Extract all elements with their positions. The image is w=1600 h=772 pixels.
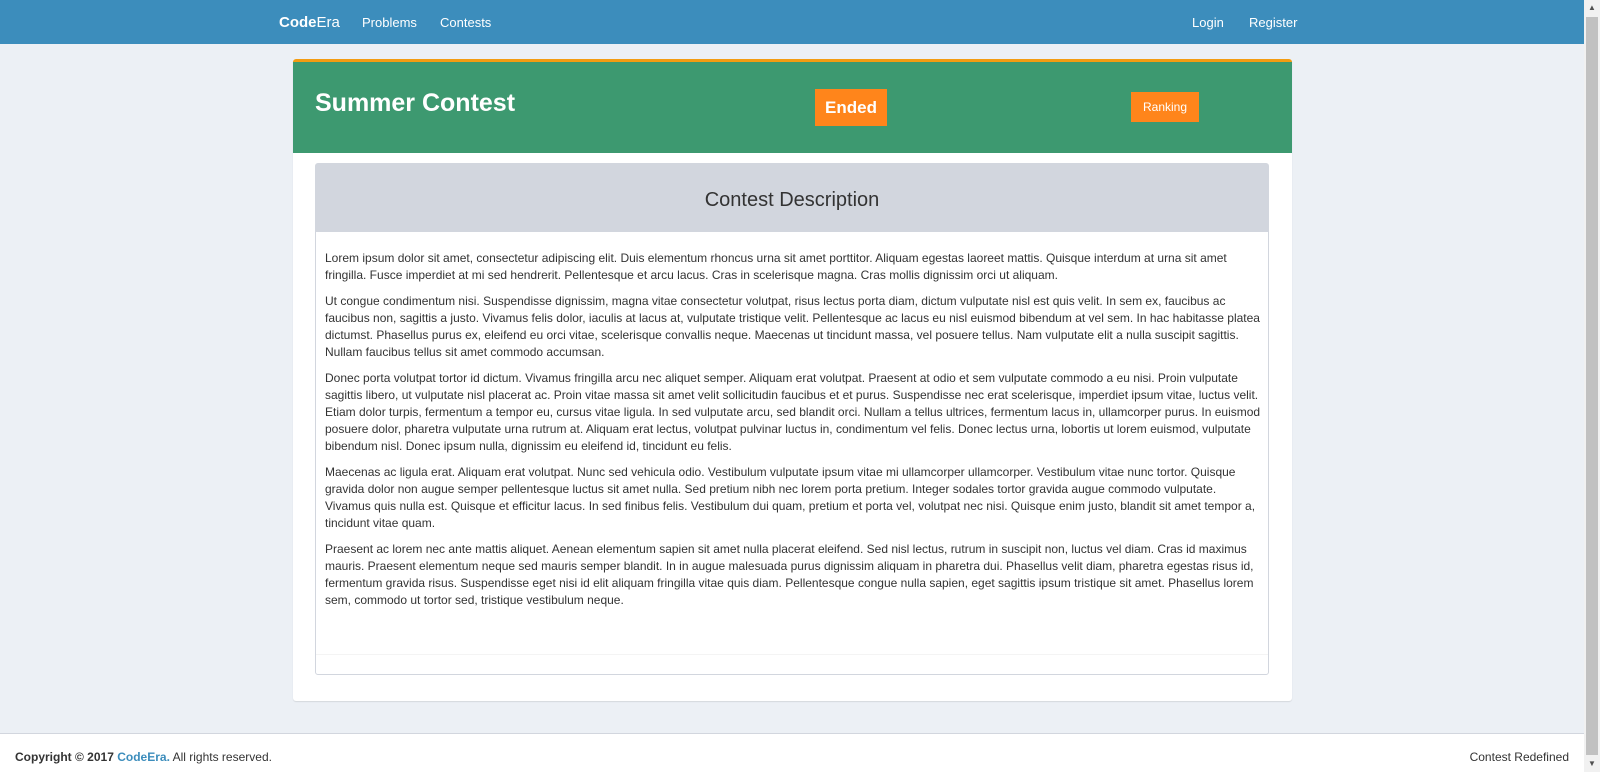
triangle-up-icon[interactable]: ▲ bbox=[1584, 0, 1600, 16]
top-navbar: CodeEra Problems Contests Login Register bbox=[0, 0, 1584, 44]
description-paragraph: Lorem ipsum dolor sit amet, consectetur … bbox=[325, 251, 1227, 282]
nav-register-link[interactable]: Register bbox=[1249, 15, 1297, 30]
footer-tagline: Contest Redefined bbox=[1469, 750, 1569, 764]
codeera-footer-link[interactable]: CodeEra. bbox=[117, 750, 170, 764]
triangle-down-icon[interactable]: ▼ bbox=[1584, 756, 1600, 772]
contest-header: Summer Contest Ended Ranking bbox=[293, 59, 1292, 153]
description-body: Lorem ipsum dolor sit amet, consectetur … bbox=[325, 250, 1261, 618]
contest-title: Summer Contest bbox=[315, 89, 516, 117]
copyright-suffix: All rights reserved. bbox=[172, 750, 272, 764]
description-paragraph: Praesent ac lorem nec ante mattis alique… bbox=[325, 542, 1254, 607]
contest-description-box: Contest Description Lorem ipsum dolor si… bbox=[315, 163, 1269, 675]
nav-login-link[interactable]: Login bbox=[1192, 15, 1224, 30]
description-paragraph: Maecenas ac ligula erat. Aliquam erat vo… bbox=[325, 465, 1256, 530]
description-paragraph: Ut congue condimentum nisi. Suspendisse … bbox=[325, 294, 1260, 359]
contest-status-badge: Ended bbox=[815, 89, 887, 126]
nav-contests-link[interactable]: Contests bbox=[440, 15, 491, 30]
description-footer-divider bbox=[316, 654, 1268, 655]
page-footer: Copyright © 2017 CodeEra. All rights res… bbox=[0, 733, 1584, 772]
description-title: Contest Description bbox=[704, 189, 880, 211]
brand-bold: Code bbox=[279, 14, 317, 31]
description-header: Contest Description bbox=[316, 164, 1268, 232]
contest-card: Summer Contest Ended Ranking Contest Des… bbox=[293, 59, 1292, 701]
ranking-button[interactable]: Ranking bbox=[1131, 92, 1199, 122]
vertical-scrollbar[interactable]: ▲ ▼ bbox=[1584, 0, 1600, 772]
copyright-prefix: Copyright © 2017 bbox=[15, 750, 114, 764]
nav-problems-link[interactable]: Problems bbox=[362, 15, 417, 30]
description-paragraph: Donec porta volutpat tortor id dictum. V… bbox=[325, 371, 1261, 453]
brand-logo[interactable]: CodeEra bbox=[279, 14, 340, 31]
brand-rest: Era bbox=[316, 14, 340, 31]
copyright-text: Copyright © 2017 CodeEra. All rights res… bbox=[15, 750, 272, 764]
scrollbar-thumb[interactable] bbox=[1586, 17, 1598, 755]
